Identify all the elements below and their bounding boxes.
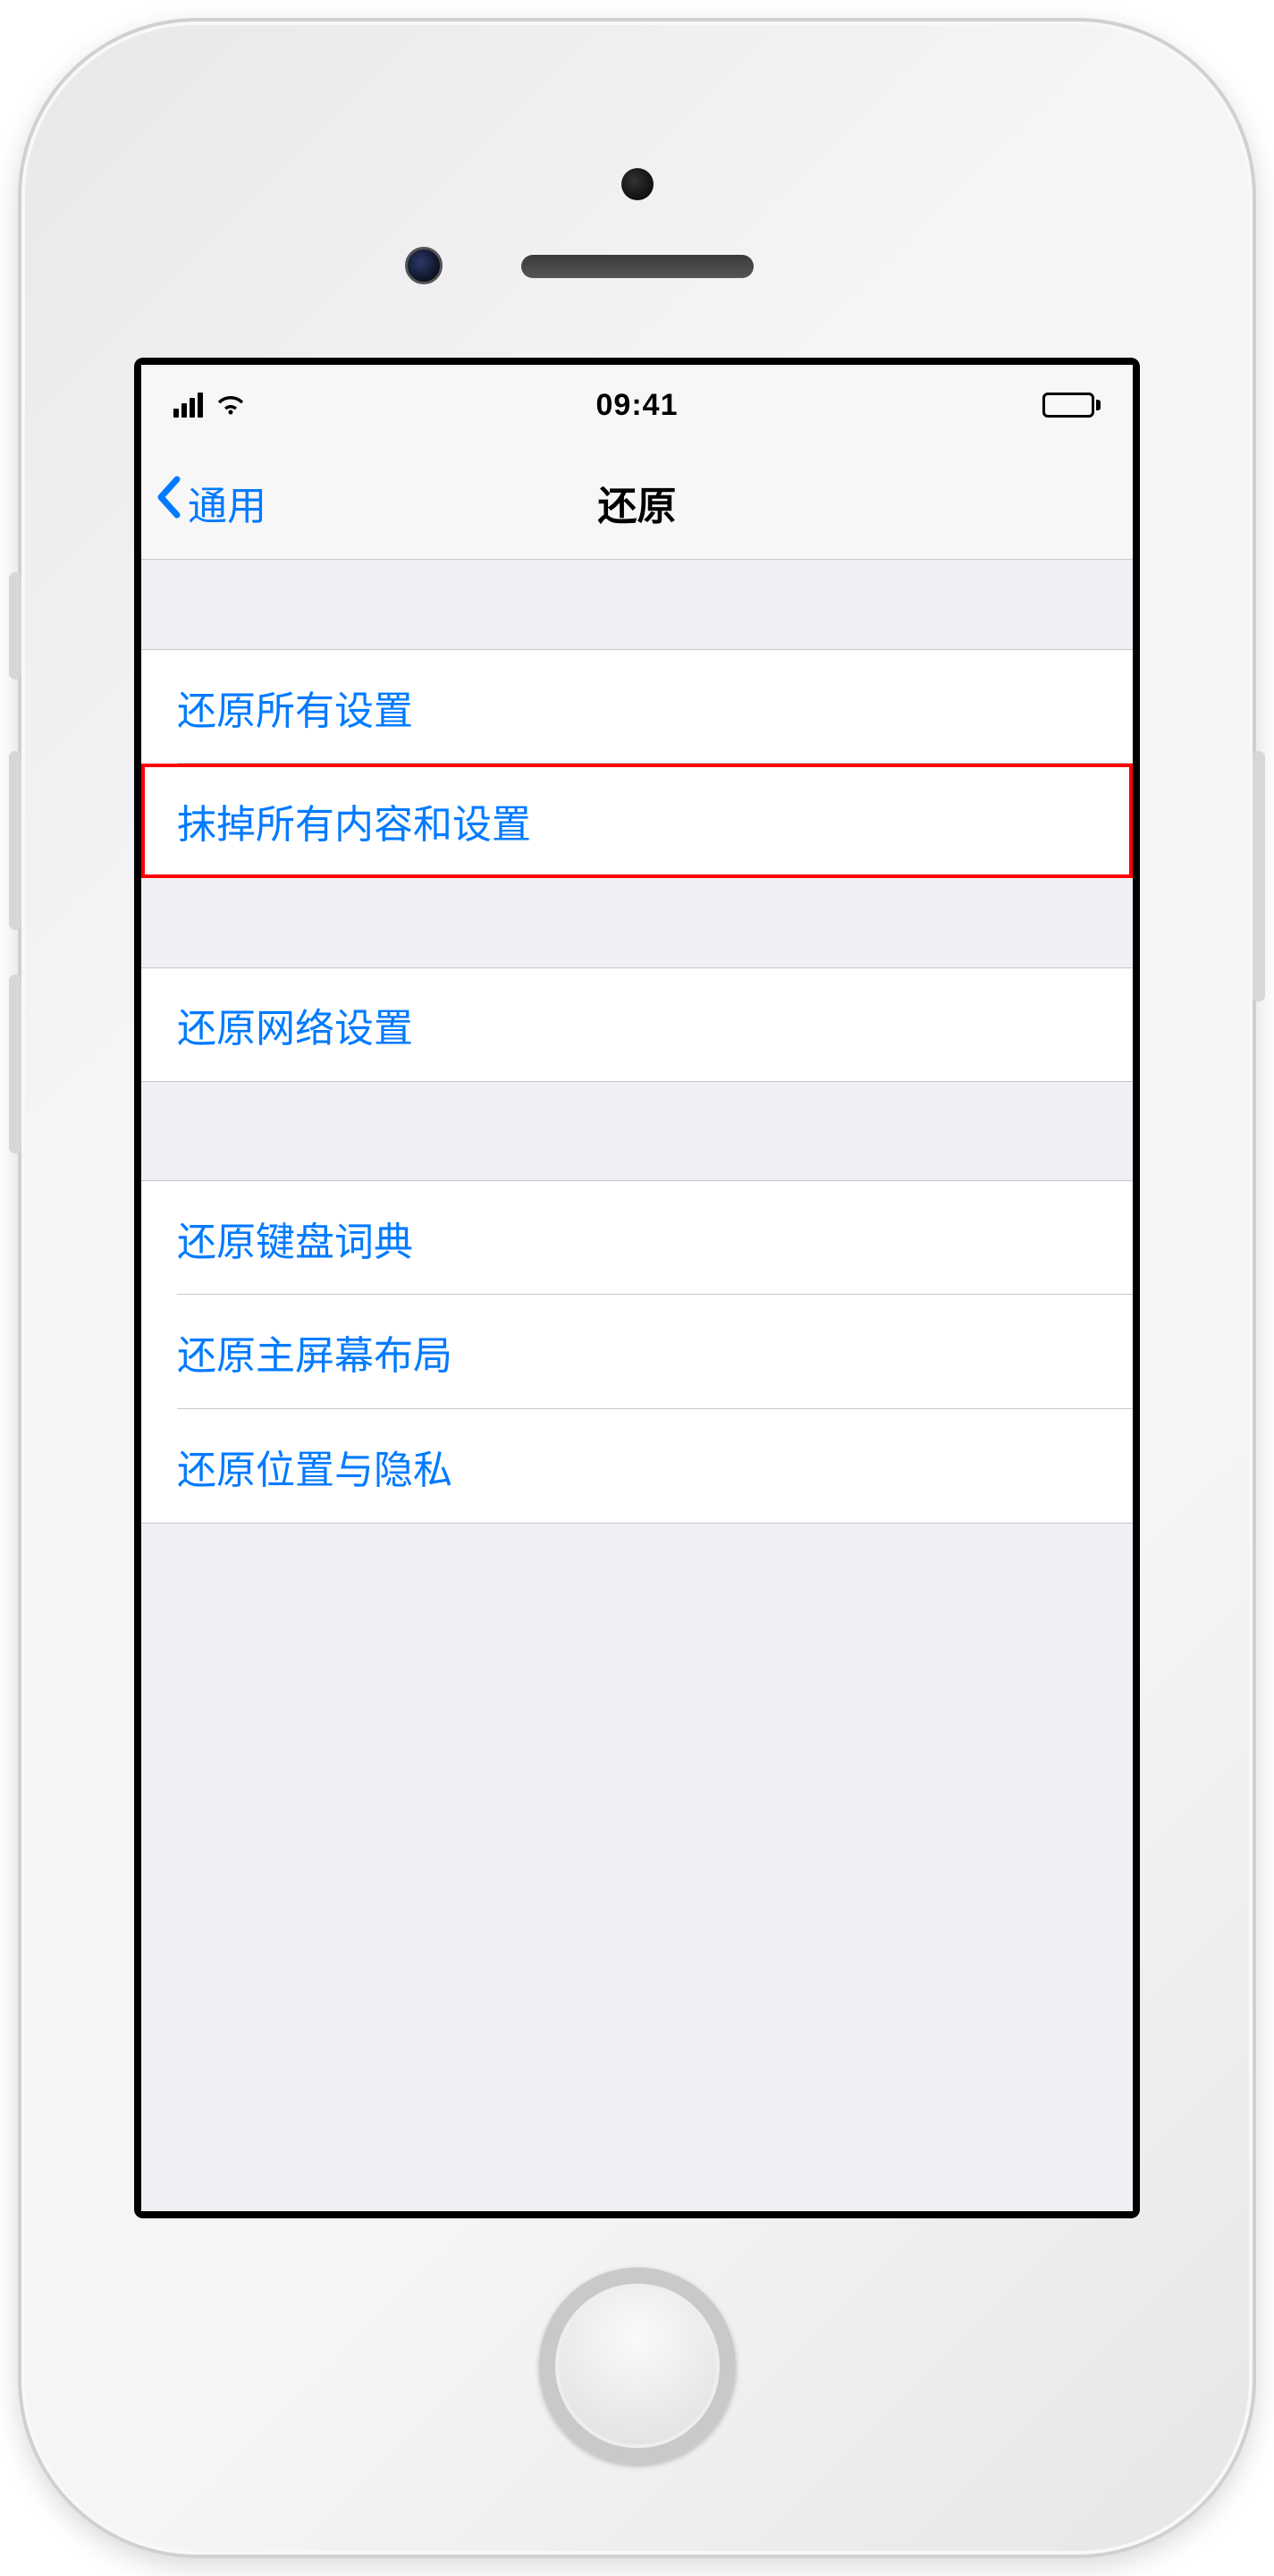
battery-icon (1042, 393, 1101, 418)
cell-label: 抹掉所有内容和设置 (177, 792, 531, 849)
cell-label: 还原网络设置 (177, 996, 413, 1053)
page-title: 还原 (598, 474, 677, 531)
cell-label: 还原位置与隐私 (177, 1438, 452, 1495)
section-spacer (141, 878, 1133, 967)
wifi-icon (215, 388, 246, 423)
iphone-device-frame: 09:41 通用 还原 还原所有设置 (18, 18, 1256, 2558)
status-time: 09:41 (596, 388, 679, 423)
cellular-signal-icon (173, 393, 203, 418)
reset-network-settings-row[interactable]: 还原网络设置 (141, 967, 1133, 1082)
status-bar: 09:41 (141, 365, 1133, 445)
volume-down-button (9, 975, 21, 1153)
reset-keyboard-dictionary-row[interactable]: 还原键盘词典 (141, 1180, 1133, 1295)
earpiece-speaker (521, 255, 754, 278)
reset-home-screen-layout-row[interactable]: 还原主屏幕布局 (141, 1295, 1133, 1409)
home-button[interactable] (539, 2268, 736, 2464)
reset-all-settings-row[interactable]: 还原所有设置 (141, 649, 1133, 764)
proximity-sensor (621, 168, 654, 200)
cell-label: 还原键盘词典 (177, 1210, 413, 1267)
section-spacer (141, 1082, 1133, 1180)
volume-up-button (9, 751, 21, 930)
navigation-bar: 通用 还原 (141, 445, 1133, 560)
section-spacer (141, 560, 1133, 649)
erase-all-content-row[interactable]: 抹掉所有内容和设置 (141, 764, 1133, 878)
back-button[interactable]: 通用 (141, 474, 266, 531)
screen-bezel: 09:41 通用 还原 还原所有设置 (134, 358, 1140, 2218)
cell-label: 还原所有设置 (177, 679, 413, 736)
mute-switch (9, 572, 21, 680)
screen: 09:41 通用 还原 还原所有设置 (141, 365, 1133, 2211)
back-label: 通用 (188, 474, 266, 531)
reset-location-privacy-row[interactable]: 还原位置与隐私 (141, 1409, 1133, 1524)
power-button (1253, 751, 1265, 1001)
front-camera (405, 247, 443, 284)
chevron-left-icon (156, 476, 182, 528)
cell-label: 还原主屏幕布局 (177, 1323, 452, 1381)
